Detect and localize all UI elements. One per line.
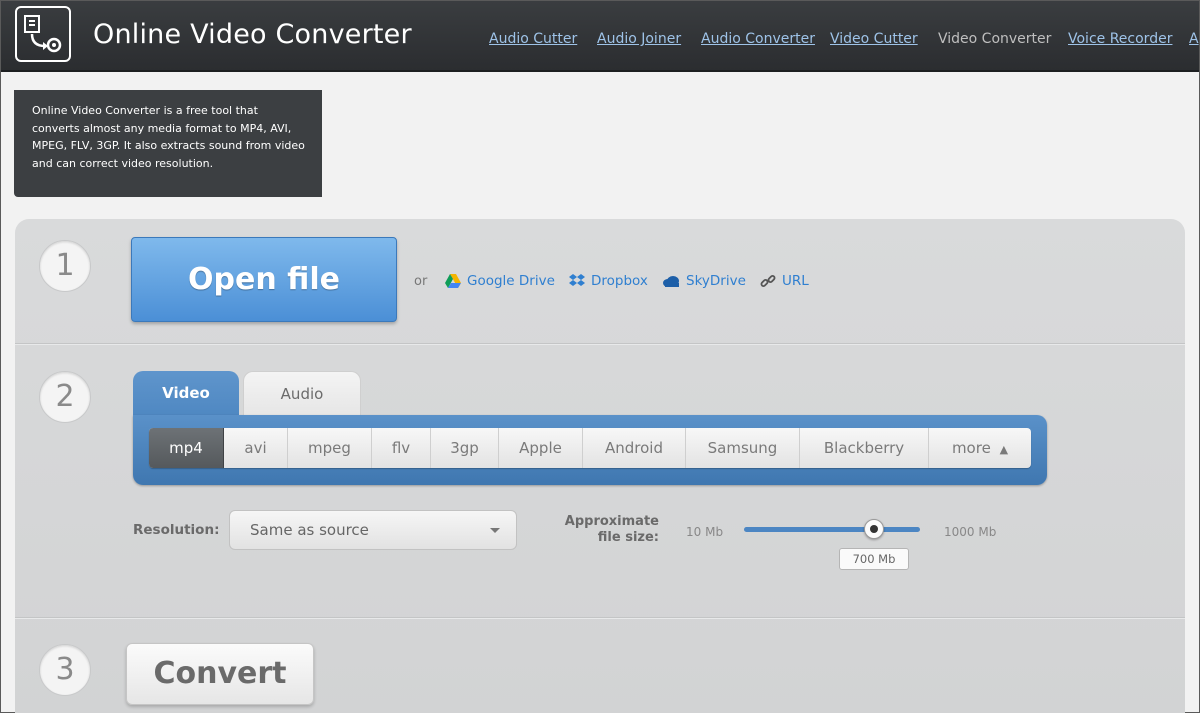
skydrive-label: SkyDrive (686, 273, 746, 289)
dropbox-label: Dropbox (591, 273, 648, 289)
format-android[interactable]: Android (583, 428, 686, 468)
file-size-max: 1000 Mb (944, 525, 997, 539)
format-flv[interactable]: flv (372, 428, 431, 468)
dropbox-icon (569, 274, 585, 286)
section-divider (15, 617, 1185, 619)
convert-file-icon[interactable] (15, 6, 71, 62)
google-drive-label: Google Drive (467, 273, 555, 289)
file-size-value-tooltip: 700 Mb (839, 548, 909, 570)
nav-more-truncated[interactable]: A (1189, 31, 1199, 47)
file-size-label-line2: file size: (597, 530, 659, 545)
nav-audio-joiner[interactable]: Audio Joiner (597, 31, 681, 47)
format-mp4[interactable]: mp4 (149, 428, 224, 468)
section-divider (15, 343, 1185, 345)
google-drive-link[interactable]: Google Drive (445, 273, 555, 289)
or-label: or (414, 274, 428, 289)
open-file-button[interactable]: Open file (131, 237, 397, 322)
nav-video-converter[interactable]: Video Converter (938, 31, 1051, 47)
chevron-down-icon (490, 528, 500, 533)
updown-arrows-icon: ▲︎ (999, 443, 1009, 456)
tab-video[interactable]: Video (133, 371, 239, 415)
file-size-label: Approximate file size: (549, 514, 659, 546)
file-size-min: 10 Mb (686, 525, 724, 539)
file-size-label-line1: Approximate (564, 514, 659, 529)
file-size-slider-handle[interactable] (864, 519, 884, 539)
format-blackberry[interactable]: Blackberry (800, 428, 929, 468)
convert-button[interactable]: Convert (126, 643, 314, 705)
format-mpeg[interactable]: mpeg (288, 428, 372, 468)
format-samsung[interactable]: Samsung (686, 428, 800, 468)
file-size-slider-track[interactable] (744, 527, 920, 532)
format-more[interactable]: more ▲︎ (929, 428, 1031, 468)
format-3gp[interactable]: 3gp (431, 428, 499, 468)
converter-panel: 1 Open file or Google Drive Dropbox SkyD… (15, 219, 1185, 713)
resolution-value: Same as source (250, 521, 369, 539)
app-title: Online Video Converter (93, 19, 412, 50)
step-1-number: 1 (39, 240, 91, 292)
google-drive-icon (445, 274, 461, 288)
url-label: URL (782, 273, 809, 289)
tab-audio[interactable]: Audio (243, 371, 361, 415)
resolution-label: Resolution: (133, 522, 220, 538)
skydrive-link[interactable]: SkyDrive (662, 273, 746, 289)
link-icon (760, 275, 776, 287)
description-box: Online Video Converter is a free tool th… (14, 90, 322, 197)
dropbox-link[interactable]: Dropbox (569, 273, 648, 289)
format-more-label: more (951, 439, 991, 457)
nav-audio-converter[interactable]: Audio Converter (701, 31, 815, 47)
format-avi[interactable]: avi (224, 428, 288, 468)
step-2-number: 2 (39, 371, 91, 423)
step-3-number: 3 (39, 644, 91, 696)
resolution-select[interactable]: Same as source (229, 510, 517, 550)
nav-voice-recorder[interactable]: Voice Recorder (1068, 31, 1172, 47)
format-list: mp4 avi mpeg flv 3gp Apple Android Samsu… (149, 428, 1031, 468)
format-bar: mp4 avi mpeg flv 3gp Apple Android Samsu… (133, 415, 1047, 485)
format-apple[interactable]: Apple (499, 428, 583, 468)
nav-audio-cutter[interactable]: Audio Cutter (489, 31, 577, 47)
nav-video-cutter[interactable]: Video Cutter (830, 31, 918, 47)
url-link[interactable]: URL (760, 273, 809, 289)
app-header: Online Video Converter Audio Cutter Audi… (1, 1, 1199, 72)
skydrive-icon (663, 276, 679, 287)
